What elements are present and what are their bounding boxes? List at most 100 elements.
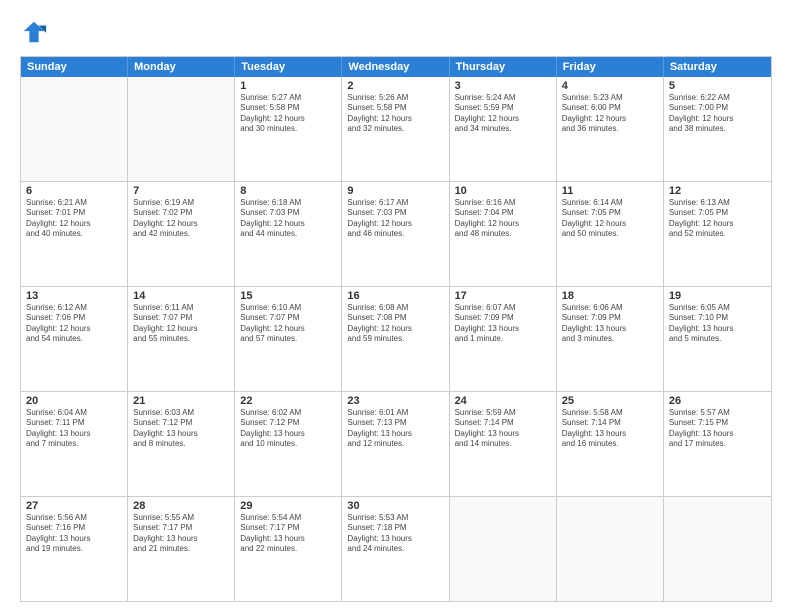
day-number: 4 bbox=[562, 80, 658, 92]
day-number: 8 bbox=[240, 185, 336, 197]
day-info: Sunrise: 6:06 AMSunset: 7:09 PMDaylight:… bbox=[562, 303, 658, 345]
logo-icon bbox=[20, 18, 48, 46]
day-number: 9 bbox=[347, 185, 443, 197]
day-cell-30: 30Sunrise: 5:53 AMSunset: 7:18 PMDayligh… bbox=[342, 497, 449, 601]
day-info: Sunrise: 5:24 AMSunset: 5:59 PMDaylight:… bbox=[455, 93, 551, 135]
day-cell-14: 14Sunrise: 6:11 AMSunset: 7:07 PMDayligh… bbox=[128, 287, 235, 391]
day-cell-11: 11Sunrise: 6:14 AMSunset: 7:05 PMDayligh… bbox=[557, 182, 664, 286]
day-number: 7 bbox=[133, 185, 229, 197]
day-number: 20 bbox=[26, 395, 122, 407]
day-cell-24: 24Sunrise: 5:59 AMSunset: 7:14 PMDayligh… bbox=[450, 392, 557, 496]
day-number: 2 bbox=[347, 80, 443, 92]
calendar-row-0: 1Sunrise: 5:27 AMSunset: 5:58 PMDaylight… bbox=[21, 77, 771, 181]
day-number: 27 bbox=[26, 500, 122, 512]
day-number: 18 bbox=[562, 290, 658, 302]
day-number: 21 bbox=[133, 395, 229, 407]
day-number: 6 bbox=[26, 185, 122, 197]
header-day-wednesday: Wednesday bbox=[342, 57, 449, 77]
day-number: 10 bbox=[455, 185, 551, 197]
day-number: 19 bbox=[669, 290, 766, 302]
empty-cell-0-1 bbox=[128, 77, 235, 181]
day-number: 3 bbox=[455, 80, 551, 92]
calendar-row-4: 27Sunrise: 5:56 AMSunset: 7:16 PMDayligh… bbox=[21, 496, 771, 601]
day-number: 12 bbox=[669, 185, 766, 197]
day-info: Sunrise: 5:53 AMSunset: 7:18 PMDaylight:… bbox=[347, 513, 443, 555]
day-cell-18: 18Sunrise: 6:06 AMSunset: 7:09 PMDayligh… bbox=[557, 287, 664, 391]
day-info: Sunrise: 6:22 AMSunset: 7:00 PMDaylight:… bbox=[669, 93, 766, 135]
day-info: Sunrise: 6:03 AMSunset: 7:12 PMDaylight:… bbox=[133, 408, 229, 450]
day-cell-5: 5Sunrise: 6:22 AMSunset: 7:00 PMDaylight… bbox=[664, 77, 771, 181]
day-info: Sunrise: 6:11 AMSunset: 7:07 PMDaylight:… bbox=[133, 303, 229, 345]
empty-cell-0-0 bbox=[21, 77, 128, 181]
day-cell-10: 10Sunrise: 6:16 AMSunset: 7:04 PMDayligh… bbox=[450, 182, 557, 286]
day-info: Sunrise: 5:58 AMSunset: 7:14 PMDaylight:… bbox=[562, 408, 658, 450]
day-info: Sunrise: 6:17 AMSunset: 7:03 PMDaylight:… bbox=[347, 198, 443, 240]
day-cell-17: 17Sunrise: 6:07 AMSunset: 7:09 PMDayligh… bbox=[450, 287, 557, 391]
day-number: 23 bbox=[347, 395, 443, 407]
day-cell-27: 27Sunrise: 5:56 AMSunset: 7:16 PMDayligh… bbox=[21, 497, 128, 601]
header-day-tuesday: Tuesday bbox=[235, 57, 342, 77]
day-cell-26: 26Sunrise: 5:57 AMSunset: 7:15 PMDayligh… bbox=[664, 392, 771, 496]
day-number: 15 bbox=[240, 290, 336, 302]
day-number: 11 bbox=[562, 185, 658, 197]
day-number: 29 bbox=[240, 500, 336, 512]
day-info: Sunrise: 6:14 AMSunset: 7:05 PMDaylight:… bbox=[562, 198, 658, 240]
calendar-body: 1Sunrise: 5:27 AMSunset: 5:58 PMDaylight… bbox=[21, 77, 771, 601]
day-info: Sunrise: 6:04 AMSunset: 7:11 PMDaylight:… bbox=[26, 408, 122, 450]
day-info: Sunrise: 5:27 AMSunset: 5:58 PMDaylight:… bbox=[240, 93, 336, 135]
day-info: Sunrise: 6:02 AMSunset: 7:12 PMDaylight:… bbox=[240, 408, 336, 450]
day-cell-25: 25Sunrise: 5:58 AMSunset: 7:14 PMDayligh… bbox=[557, 392, 664, 496]
logo bbox=[20, 18, 52, 46]
day-number: 14 bbox=[133, 290, 229, 302]
day-info: Sunrise: 5:23 AMSunset: 6:00 PMDaylight:… bbox=[562, 93, 658, 135]
day-cell-29: 29Sunrise: 5:54 AMSunset: 7:17 PMDayligh… bbox=[235, 497, 342, 601]
day-info: Sunrise: 5:26 AMSunset: 5:58 PMDaylight:… bbox=[347, 93, 443, 135]
day-number: 24 bbox=[455, 395, 551, 407]
day-number: 28 bbox=[133, 500, 229, 512]
day-number: 25 bbox=[562, 395, 658, 407]
day-number: 22 bbox=[240, 395, 336, 407]
day-info: Sunrise: 6:16 AMSunset: 7:04 PMDaylight:… bbox=[455, 198, 551, 240]
empty-cell-4-4 bbox=[450, 497, 557, 601]
day-cell-19: 19Sunrise: 6:05 AMSunset: 7:10 PMDayligh… bbox=[664, 287, 771, 391]
day-cell-2: 2Sunrise: 5:26 AMSunset: 5:58 PMDaylight… bbox=[342, 77, 449, 181]
day-cell-15: 15Sunrise: 6:10 AMSunset: 7:07 PMDayligh… bbox=[235, 287, 342, 391]
calendar-row-2: 13Sunrise: 6:12 AMSunset: 7:06 PMDayligh… bbox=[21, 286, 771, 391]
day-cell-16: 16Sunrise: 6:08 AMSunset: 7:08 PMDayligh… bbox=[342, 287, 449, 391]
day-cell-3: 3Sunrise: 5:24 AMSunset: 5:59 PMDaylight… bbox=[450, 77, 557, 181]
day-cell-8: 8Sunrise: 6:18 AMSunset: 7:03 PMDaylight… bbox=[235, 182, 342, 286]
empty-cell-4-5 bbox=[557, 497, 664, 601]
calendar-row-1: 6Sunrise: 6:21 AMSunset: 7:01 PMDaylight… bbox=[21, 181, 771, 286]
day-number: 5 bbox=[669, 80, 766, 92]
day-info: Sunrise: 5:59 AMSunset: 7:14 PMDaylight:… bbox=[455, 408, 551, 450]
calendar-row-3: 20Sunrise: 6:04 AMSunset: 7:11 PMDayligh… bbox=[21, 391, 771, 496]
day-cell-22: 22Sunrise: 6:02 AMSunset: 7:12 PMDayligh… bbox=[235, 392, 342, 496]
day-info: Sunrise: 5:54 AMSunset: 7:17 PMDaylight:… bbox=[240, 513, 336, 555]
day-info: Sunrise: 6:12 AMSunset: 7:06 PMDaylight:… bbox=[26, 303, 122, 345]
header-day-thursday: Thursday bbox=[450, 57, 557, 77]
calendar-header: SundayMondayTuesdayWednesdayThursdayFrid… bbox=[21, 57, 771, 77]
day-info: Sunrise: 5:56 AMSunset: 7:16 PMDaylight:… bbox=[26, 513, 122, 555]
header-day-saturday: Saturday bbox=[664, 57, 771, 77]
day-number: 13 bbox=[26, 290, 122, 302]
day-number: 17 bbox=[455, 290, 551, 302]
day-number: 1 bbox=[240, 80, 336, 92]
day-cell-20: 20Sunrise: 6:04 AMSunset: 7:11 PMDayligh… bbox=[21, 392, 128, 496]
day-cell-6: 6Sunrise: 6:21 AMSunset: 7:01 PMDaylight… bbox=[21, 182, 128, 286]
day-info: Sunrise: 6:13 AMSunset: 7:05 PMDaylight:… bbox=[669, 198, 766, 240]
day-info: Sunrise: 6:05 AMSunset: 7:10 PMDaylight:… bbox=[669, 303, 766, 345]
header-day-sunday: Sunday bbox=[21, 57, 128, 77]
day-info: Sunrise: 6:18 AMSunset: 7:03 PMDaylight:… bbox=[240, 198, 336, 240]
day-cell-7: 7Sunrise: 6:19 AMSunset: 7:02 PMDaylight… bbox=[128, 182, 235, 286]
day-info: Sunrise: 5:57 AMSunset: 7:15 PMDaylight:… bbox=[669, 408, 766, 450]
day-cell-21: 21Sunrise: 6:03 AMSunset: 7:12 PMDayligh… bbox=[128, 392, 235, 496]
day-cell-12: 12Sunrise: 6:13 AMSunset: 7:05 PMDayligh… bbox=[664, 182, 771, 286]
page: SundayMondayTuesdayWednesdayThursdayFrid… bbox=[0, 0, 792, 612]
empty-cell-4-6 bbox=[664, 497, 771, 601]
day-cell-1: 1Sunrise: 5:27 AMSunset: 5:58 PMDaylight… bbox=[235, 77, 342, 181]
day-cell-28: 28Sunrise: 5:55 AMSunset: 7:17 PMDayligh… bbox=[128, 497, 235, 601]
calendar: SundayMondayTuesdayWednesdayThursdayFrid… bbox=[20, 56, 772, 602]
day-info: Sunrise: 6:19 AMSunset: 7:02 PMDaylight:… bbox=[133, 198, 229, 240]
day-cell-4: 4Sunrise: 5:23 AMSunset: 6:00 PMDaylight… bbox=[557, 77, 664, 181]
day-number: 26 bbox=[669, 395, 766, 407]
